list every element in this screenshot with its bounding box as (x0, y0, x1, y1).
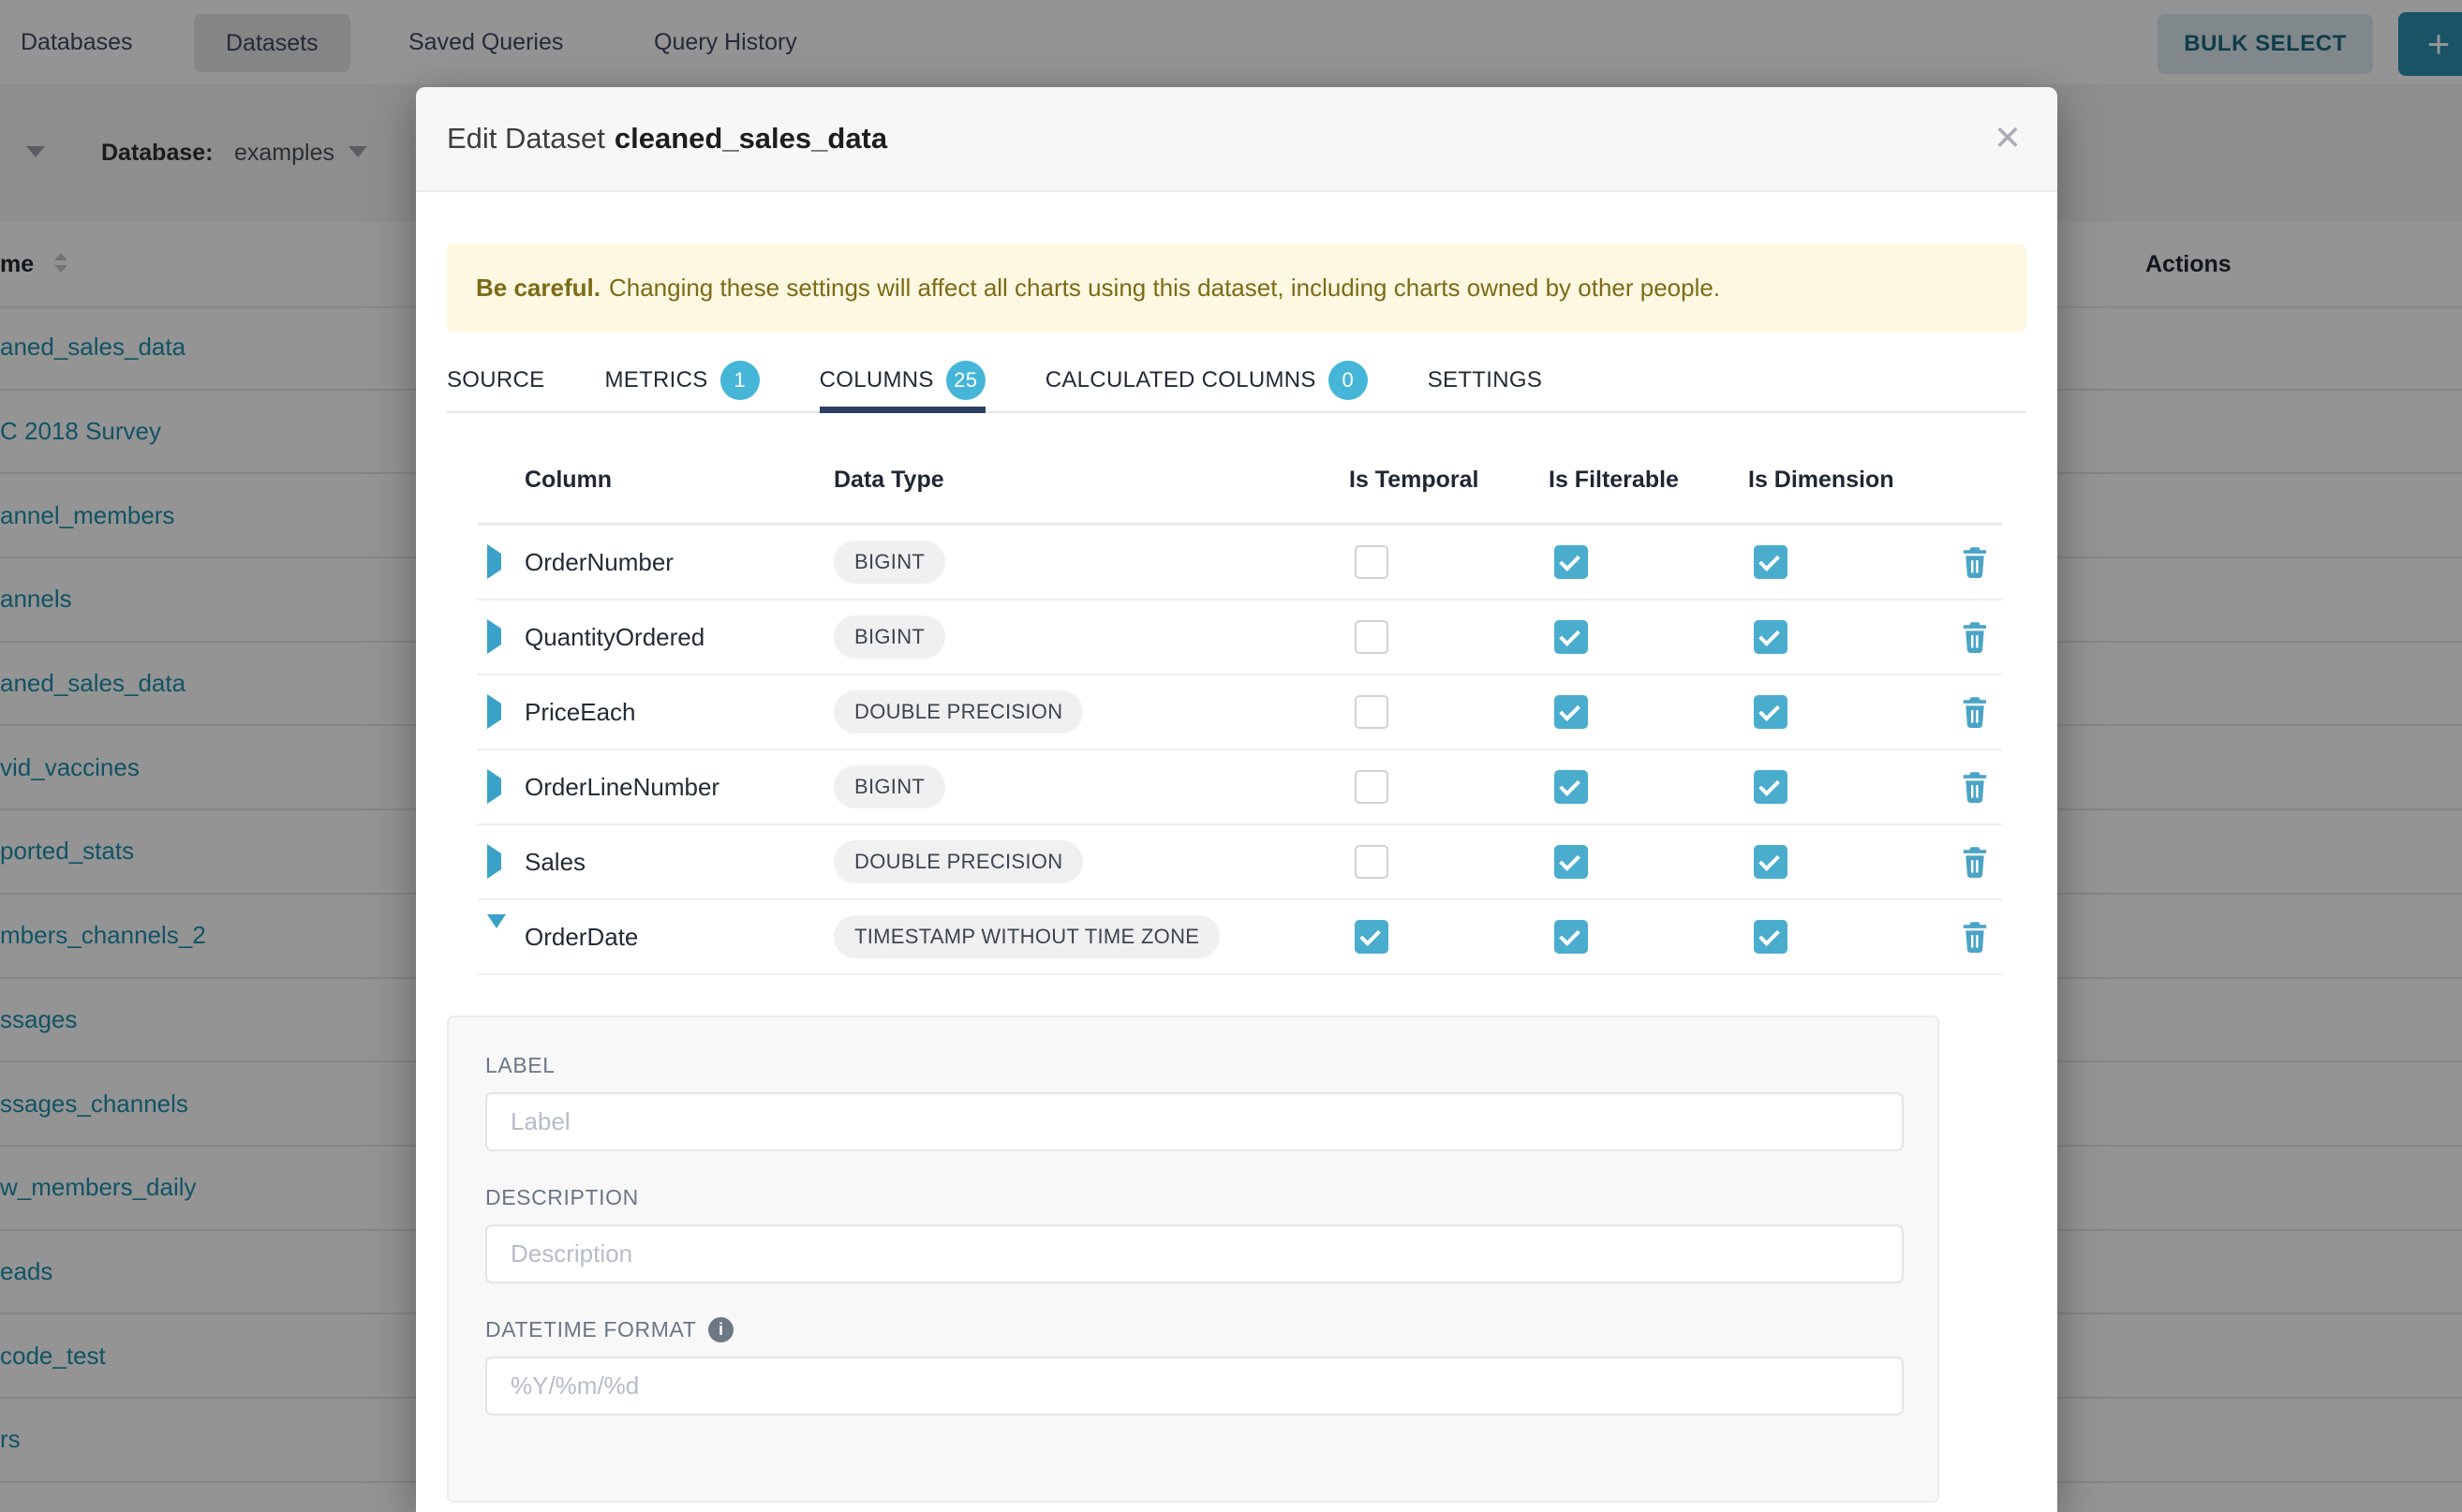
description-field-label: DESCRIPTION (485, 1185, 1937, 1210)
expand-caret-icon[interactable] (487, 619, 501, 654)
description-input[interactable] (485, 1224, 1904, 1283)
tab-source[interactable]: SOURCE (447, 350, 544, 411)
modal-header: Edit Dataset cleaned_sales_data ✕ (416, 87, 2057, 192)
is-dimension-checkbox[interactable] (1754, 845, 1787, 879)
trash-icon (1961, 546, 1989, 578)
trash-icon (1961, 771, 1989, 803)
is-dimension-checkbox[interactable] (1754, 695, 1787, 729)
delete-column-button[interactable] (1948, 621, 2002, 653)
data-type-pill: BIGINT (834, 615, 945, 659)
close-icon[interactable]: ✕ (1994, 121, 2022, 155)
data-type-pill: TIMESTAMP WITHOUT TIME ZONE (834, 915, 1220, 958)
is-temporal-checkbox[interactable] (1355, 695, 1388, 729)
tab-label: CALCULATED COLUMNS (1046, 367, 1316, 393)
column-name: OrderDate (521, 923, 834, 952)
trash-icon (1961, 846, 1989, 878)
expand-caret-icon[interactable] (487, 769, 501, 804)
trash-icon (1961, 621, 1989, 653)
data-type-header: Data Type (834, 467, 1349, 494)
delete-column-button[interactable] (1948, 846, 2002, 878)
warning-banner: Be careful. Changing these settings will… (447, 244, 2026, 332)
data-type-pill: BIGINT (834, 541, 945, 584)
column-header: Column (521, 467, 834, 494)
label-input[interactable] (485, 1092, 1904, 1151)
is-temporal-checkbox[interactable] (1355, 545, 1388, 579)
column-row: QuantityOrdered BIGINT (478, 600, 2002, 675)
trash-icon (1961, 921, 1989, 953)
column-row: OrderDate TIMESTAMP WITHOUT TIME ZONE (478, 900, 2002, 975)
data-type-pill: BIGINT (834, 765, 945, 808)
tab-count-badge: 25 (946, 361, 986, 400)
column-name: OrderNumber (521, 548, 834, 577)
tab-settings[interactable]: SETTINGS (1428, 350, 1542, 411)
is-dimension-checkbox[interactable] (1754, 920, 1787, 954)
warning-banner-text: Changing these settings will affect all … (609, 274, 1720, 303)
is-temporal-header: Is Temporal (1349, 467, 1549, 494)
is-filterable-checkbox[interactable] (1554, 845, 1588, 879)
is-dimension-checkbox[interactable] (1754, 620, 1787, 654)
tab-label: SOURCE (447, 367, 544, 393)
delete-column-button[interactable] (1948, 921, 2002, 953)
modal-title-prefix: Edit Dataset (447, 122, 605, 156)
tab-count-badge: 0 (1328, 361, 1368, 400)
is-filterable-checkbox[interactable] (1554, 695, 1588, 729)
trash-icon (1961, 696, 1989, 728)
tab-calculated-columns[interactable]: CALCULATED COLUMNS 0 (1046, 350, 1368, 411)
is-dimension-checkbox[interactable] (1754, 770, 1787, 804)
edit-dataset-modal: Edit Dataset cleaned_sales_data ✕ Be car… (416, 87, 2057, 1512)
tab-count-badge: 1 (720, 361, 760, 400)
data-type-pill: DOUBLE PRECISION (834, 690, 1083, 734)
datetime-format-field-group: DATETIME FORMAT i (485, 1317, 1937, 1416)
is-temporal-checkbox[interactable] (1355, 770, 1388, 804)
tab-label: COLUMNS (820, 367, 934, 393)
is-temporal-checkbox[interactable] (1355, 845, 1388, 879)
is-filterable-checkbox[interactable] (1554, 920, 1588, 954)
warning-banner-bold: Be careful. (476, 274, 601, 303)
is-filterable-checkbox[interactable] (1554, 545, 1588, 579)
column-name: PriceEach (521, 698, 834, 727)
data-type-pill: DOUBLE PRECISION (834, 840, 1083, 883)
collapse-caret-icon[interactable] (487, 914, 506, 944)
is-filterable-checkbox[interactable] (1554, 620, 1588, 654)
column-detail-panel: LABEL DESCRIPTION DATETIME FORMAT i (447, 1015, 1939, 1503)
column-name: OrderLineNumber (521, 773, 834, 802)
column-name: Sales (521, 848, 834, 877)
is-filterable-header: Is Filterable (1549, 467, 1748, 494)
delete-column-button[interactable] (1948, 771, 2002, 803)
modal-tabs: SOURCE METRICS 1 COLUMNS 25 CALCULATED C… (447, 332, 2026, 413)
screen: Databases Datasets Saved Queries Query H… (0, 0, 2462, 1512)
delete-column-button[interactable] (1948, 696, 2002, 728)
label-field-label: LABEL (485, 1053, 1937, 1078)
info-icon[interactable]: i (708, 1317, 734, 1342)
tab-columns[interactable]: COLUMNS 25 (820, 350, 986, 411)
datetime-format-input[interactable] (485, 1356, 1904, 1416)
column-row: Sales DOUBLE PRECISION (478, 825, 2002, 900)
modal-body: Be careful. Changing these settings will… (416, 244, 2057, 1503)
delete-column-button[interactable] (1948, 546, 2002, 578)
columns-table: Column Data Type Is Temporal Is Filterab… (478, 413, 2002, 975)
column-row: OrderLineNumber BIGINT (478, 750, 2002, 825)
expand-caret-icon[interactable] (487, 694, 501, 729)
is-filterable-checkbox[interactable] (1554, 770, 1588, 804)
is-temporal-checkbox[interactable] (1355, 620, 1388, 654)
is-dimension-header: Is Dimension (1748, 467, 1948, 494)
description-field-group: DESCRIPTION (485, 1185, 1937, 1283)
expand-caret-icon[interactable] (487, 544, 501, 579)
tab-label: SETTINGS (1428, 367, 1542, 393)
tab-metrics[interactable]: METRICS 1 (604, 350, 759, 411)
datetime-format-field-label: DATETIME FORMAT i (485, 1317, 1937, 1342)
tab-label: METRICS (604, 367, 707, 393)
is-temporal-checkbox[interactable] (1355, 920, 1388, 954)
column-row: OrderNumber BIGINT (478, 526, 2002, 600)
column-row: PriceEach DOUBLE PRECISION (478, 675, 2002, 750)
is-dimension-checkbox[interactable] (1754, 545, 1787, 579)
modal-title: Edit Dataset cleaned_sales_data (447, 122, 887, 156)
modal-title-dataset-name: cleaned_sales_data (615, 122, 887, 156)
expand-caret-icon[interactable] (487, 844, 501, 879)
columns-table-header: Column Data Type Is Temporal Is Filterab… (478, 413, 2002, 526)
column-name: QuantityOrdered (521, 623, 834, 652)
label-field-group: LABEL (485, 1053, 1937, 1151)
